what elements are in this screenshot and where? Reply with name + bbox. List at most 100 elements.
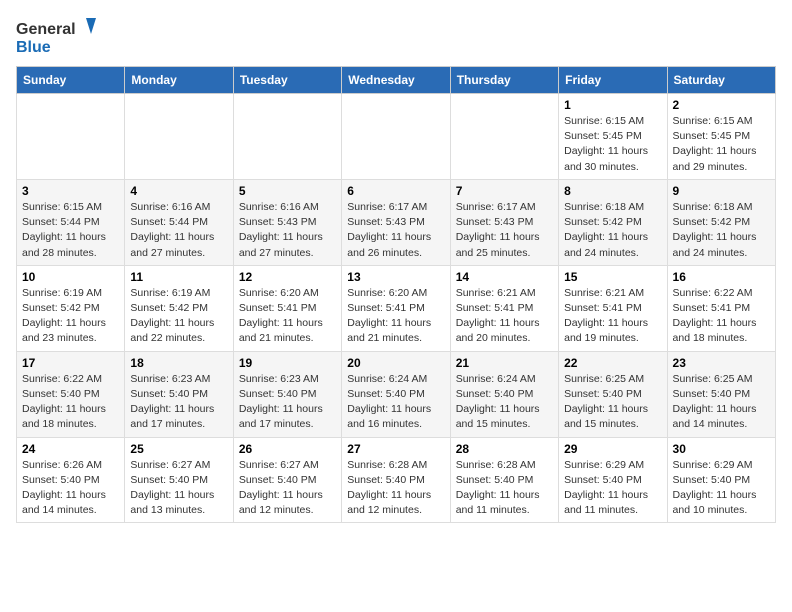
day-cell: 26Sunrise: 6:27 AM Sunset: 5:40 PM Dayli… (233, 437, 341, 523)
day-info: Sunrise: 6:29 AM Sunset: 5:40 PM Dayligh… (564, 458, 661, 519)
day-info: Sunrise: 6:20 AM Sunset: 5:41 PM Dayligh… (347, 286, 444, 347)
day-number: 10 (22, 270, 119, 284)
svg-text:Blue: Blue (16, 39, 51, 56)
day-cell (342, 94, 450, 180)
day-cell (17, 94, 125, 180)
day-number: 29 (564, 442, 661, 456)
day-cell (125, 94, 233, 180)
day-cell: 22 Sunrise: 6:25 AM Sunset: 5:40 PM Dayli… (559, 351, 667, 437)
day-info: Sunrise: 6:28 AM Sunset: 5:40 PM Dayligh… (456, 458, 553, 519)
day-header-wednesday: Wednesday (342, 67, 450, 94)
day-info: Sunrise: 6:26 AM Sunset: 5:40 PM Dayligh… (22, 458, 119, 519)
day-number: 3 (22, 184, 119, 198)
day-number: 18 (130, 356, 227, 370)
calendar-header-row: SundayMondayTuesdayWednesdayThursdayFrid… (17, 67, 776, 94)
day-info: Sunrise: 6:15 AM Sunset: 5:45 PM Dayligh… (673, 114, 770, 175)
day-cell: 8 Sunrise: 6:18 AM Sunset: 5:42 PM Daylig… (559, 179, 667, 265)
day-info: Sunrise: 6:21 AM Sunset: 5:41 PM Dayligh… (456, 286, 553, 347)
day-info: Sunrise: 6:20 AM Sunset: 5:41 PM Dayligh… (239, 286, 336, 347)
day-number: 30 (673, 442, 770, 456)
day-cell: 7 Sunrise: 6:17 AM Sunset: 5:43 PM Daylig… (450, 179, 558, 265)
day-number: 11 (130, 270, 227, 284)
day-info: Sunrise: 6:23 AM Sunset: 5:40 PM Dayligh… (239, 372, 336, 433)
day-number: 24 (22, 442, 119, 456)
day-number: 21 (456, 356, 553, 370)
day-number: 20 (347, 356, 444, 370)
day-info: Sunrise: 6:25 AM Sunset: 5:40 PM Dayligh… (673, 372, 770, 433)
day-cell: 30Sunrise: 6:29 AM Sunset: 5:40 PM Dayli… (667, 437, 775, 523)
week-row-4: 17 Sunrise: 6:22 AM Sunset: 5:40 PM Dayli… (17, 351, 776, 437)
day-cell: 14 Sunrise: 6:21 AM Sunset: 5:41 PM Dayli… (450, 265, 558, 351)
day-info: Sunrise: 6:21 AM Sunset: 5:41 PM Dayligh… (564, 286, 661, 347)
day-number: 8 (564, 184, 661, 198)
day-number: 2 (673, 98, 770, 112)
day-info: Sunrise: 6:17 AM Sunset: 5:43 PM Dayligh… (347, 200, 444, 261)
day-info: Sunrise: 6:24 AM Sunset: 5:40 PM Dayligh… (347, 372, 444, 433)
day-info: Sunrise: 6:15 AM Sunset: 5:45 PM Dayligh… (564, 114, 661, 175)
day-info: Sunrise: 6:24 AM Sunset: 5:40 PM Dayligh… (456, 372, 553, 433)
day-cell: 12 Sunrise: 6:20 AM Sunset: 5:41 PM Dayli… (233, 265, 341, 351)
day-number: 4 (130, 184, 227, 198)
day-cell: 10 Sunrise: 6:19 AM Sunset: 5:42 PM Dayli… (17, 265, 125, 351)
day-info: Sunrise: 6:17 AM Sunset: 5:43 PM Dayligh… (456, 200, 553, 261)
day-number: 28 (456, 442, 553, 456)
day-cell: 19Sunrise: 6:23 AM Sunset: 5:40 PM Dayli… (233, 351, 341, 437)
day-cell: 18 Sunrise: 6:23 AM Sunset: 5:40 PM Dayli… (125, 351, 233, 437)
day-number: 27 (347, 442, 444, 456)
day-cell: 24 Sunrise: 6:26 AM Sunset: 5:40 PM Dayli… (17, 437, 125, 523)
day-info: Sunrise: 6:19 AM Sunset: 5:42 PM Dayligh… (130, 286, 227, 347)
day-cell: 28 Sunrise: 6:28 AM Sunset: 5:40 PM Dayli… (450, 437, 558, 523)
day-cell: 1Sunrise: 6:15 AM Sunset: 5:45 PM Daylig… (559, 94, 667, 180)
day-cell: 6 Sunrise: 6:17 AM Sunset: 5:43 PM Daylig… (342, 179, 450, 265)
day-info: Sunrise: 6:22 AM Sunset: 5:41 PM Dayligh… (673, 286, 770, 347)
day-number: 12 (239, 270, 336, 284)
day-cell: 13 Sunrise: 6:20 AM Sunset: 5:41 PM Dayli… (342, 265, 450, 351)
week-row-2: 3 Sunrise: 6:15 AM Sunset: 5:44 PM Daylig… (17, 179, 776, 265)
day-cell: 15 Sunrise: 6:21 AM Sunset: 5:41 PM Dayli… (559, 265, 667, 351)
page-header: General Blue (16, 16, 776, 60)
day-cell: 2 Sunrise: 6:15 AM Sunset: 5:45 PM Daylig… (667, 94, 775, 180)
day-info: Sunrise: 6:18 AM Sunset: 5:42 PM Dayligh… (564, 200, 661, 261)
day-info: Sunrise: 6:15 AM Sunset: 5:44 PM Dayligh… (22, 200, 119, 261)
svg-text:General: General (16, 21, 76, 38)
day-cell: 11 Sunrise: 6:19 AM Sunset: 5:42 PM Dayli… (125, 265, 233, 351)
day-number: 9 (673, 184, 770, 198)
day-cell: 17 Sunrise: 6:22 AM Sunset: 5:40 PM Dayli… (17, 351, 125, 437)
day-info: Sunrise: 6:18 AM Sunset: 5:42 PM Dayligh… (673, 200, 770, 261)
day-number: 23 (673, 356, 770, 370)
day-info: Sunrise: 6:19 AM Sunset: 5:42 PM Dayligh… (22, 286, 119, 347)
logo: General Blue (16, 16, 96, 60)
day-cell (233, 94, 341, 180)
week-row-1: 1Sunrise: 6:15 AM Sunset: 5:45 PM Daylig… (17, 94, 776, 180)
day-number: 25 (130, 442, 227, 456)
week-row-3: 10 Sunrise: 6:19 AM Sunset: 5:42 PM Dayli… (17, 265, 776, 351)
day-number: 15 (564, 270, 661, 284)
day-cell: 9 Sunrise: 6:18 AM Sunset: 5:42 PM Daylig… (667, 179, 775, 265)
week-row-5: 24 Sunrise: 6:26 AM Sunset: 5:40 PM Dayli… (17, 437, 776, 523)
calendar-table: SundayMondayTuesdayWednesdayThursdayFrid… (16, 66, 776, 523)
day-cell: 29 Sunrise: 6:29 AM Sunset: 5:40 PM Dayli… (559, 437, 667, 523)
day-cell: 23 Sunrise: 6:25 AM Sunset: 5:40 PM Dayli… (667, 351, 775, 437)
day-cell: 4 Sunrise: 6:16 AM Sunset: 5:44 PM Daylig… (125, 179, 233, 265)
day-cell: 5 Sunrise: 6:16 AM Sunset: 5:43 PM Daylig… (233, 179, 341, 265)
day-header-tuesday: Tuesday (233, 67, 341, 94)
day-number: 14 (456, 270, 553, 284)
day-info: Sunrise: 6:28 AM Sunset: 5:40 PM Dayligh… (347, 458, 444, 519)
day-number: 17 (22, 356, 119, 370)
day-info: Sunrise: 6:16 AM Sunset: 5:43 PM Dayligh… (239, 200, 336, 261)
day-cell: 25Sunrise: 6:27 AM Sunset: 5:40 PM Dayli… (125, 437, 233, 523)
day-cell: 20 Sunrise: 6:24 AM Sunset: 5:40 PM Dayli… (342, 351, 450, 437)
day-number: 5 (239, 184, 336, 198)
day-cell: 3 Sunrise: 6:15 AM Sunset: 5:44 PM Daylig… (17, 179, 125, 265)
day-info: Sunrise: 6:16 AM Sunset: 5:44 PM Dayligh… (130, 200, 227, 261)
day-number: 22 (564, 356, 661, 370)
day-header-monday: Monday (125, 67, 233, 94)
day-info: Sunrise: 6:25 AM Sunset: 5:40 PM Dayligh… (564, 372, 661, 433)
day-header-sunday: Sunday (17, 67, 125, 94)
day-number: 7 (456, 184, 553, 198)
day-number: 6 (347, 184, 444, 198)
day-number: 13 (347, 270, 444, 284)
day-cell: 16Sunrise: 6:22 AM Sunset: 5:41 PM Dayli… (667, 265, 775, 351)
day-info: Sunrise: 6:23 AM Sunset: 5:40 PM Dayligh… (130, 372, 227, 433)
day-info: Sunrise: 6:22 AM Sunset: 5:40 PM Dayligh… (22, 372, 119, 433)
